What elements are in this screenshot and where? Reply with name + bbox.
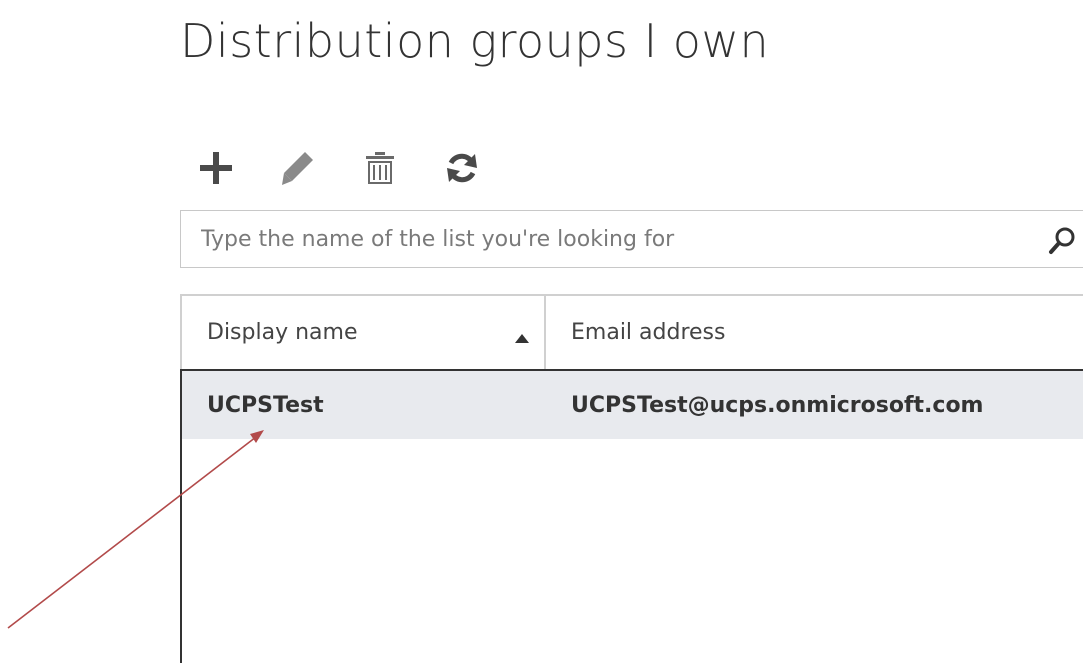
cell-display-name: UCPSTest [207, 392, 324, 418]
column-header-email-address[interactable]: Email address [546, 296, 1083, 369]
trash-icon [366, 152, 394, 184]
search-input[interactable] [181, 211, 1041, 267]
table-row[interactable]: UCPSTest UCPSTest@ucps.onmicrosoft.com [182, 371, 1083, 439]
plus-icon [200, 152, 232, 184]
cell-email-address: UCPSTest@ucps.onmicrosoft.com [571, 392, 984, 418]
toolbar [194, 146, 484, 190]
refresh-icon [447, 153, 477, 183]
sort-ascending-icon [515, 334, 529, 343]
distribution-groups-page: Distribution groups I own Type the name … [0, 0, 1083, 663]
refresh-button[interactable] [440, 146, 484, 190]
table-body: UCPSTest UCPSTest@ucps.onmicrosoft.com [180, 369, 1083, 663]
edit-button[interactable] [276, 146, 320, 190]
search-icon[interactable] [1047, 225, 1077, 255]
delete-button[interactable] [358, 146, 402, 190]
groups-table: Display name Email address UCPSTest UCPS… [180, 294, 1083, 663]
column-header-label: Display name [207, 320, 358, 345]
pencil-icon [282, 152, 313, 185]
column-header-label: Email address [571, 320, 726, 345]
column-header-display-name[interactable]: Display name [182, 296, 546, 369]
table-header: Display name Email address [180, 294, 1083, 369]
search-box [180, 210, 1083, 268]
page-title: Distribution groups I own [180, 14, 770, 68]
add-button[interactable] [194, 146, 238, 190]
